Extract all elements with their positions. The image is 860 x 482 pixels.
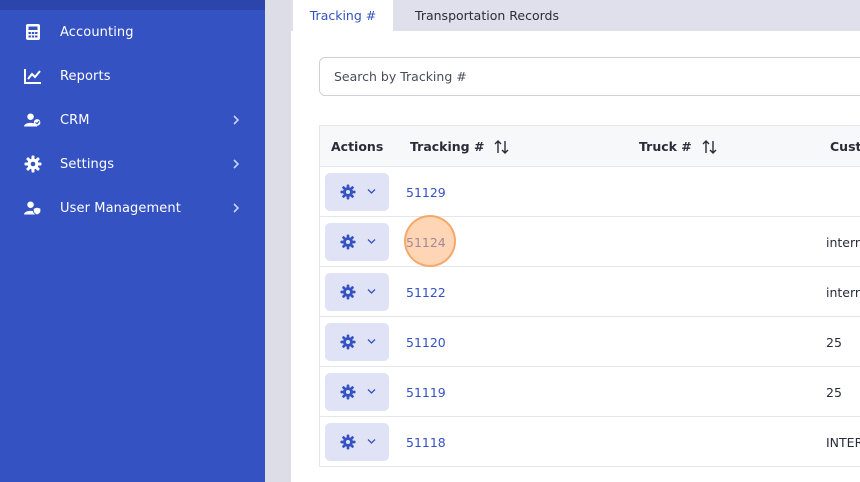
table-row: 51129 xyxy=(320,167,860,217)
table-body: 51129 51124 interr 51122 interr 51120 25 51119 2… xyxy=(320,167,860,467)
user-shield-icon xyxy=(24,199,42,217)
tracking-number-link[interactable]: 51119 xyxy=(406,367,446,417)
tracking-number-link[interactable]: 51129 xyxy=(406,167,446,217)
sidebar: Accounting Reports CRM Settings User Man… xyxy=(0,0,265,482)
sidebar-item-label: User Management xyxy=(60,200,181,216)
customer-cell: INTER xyxy=(826,434,860,450)
sidebar-active-item-edge xyxy=(0,0,265,10)
sidebar-item-crm[interactable]: CRM xyxy=(0,98,265,142)
gear-icon xyxy=(340,334,356,350)
main-content: Tracking # Transportation Records Action… xyxy=(291,0,860,482)
chevron-down-icon xyxy=(367,389,376,394)
column-header-tracking[interactable]: Tracking # xyxy=(410,126,510,167)
row-actions-button[interactable] xyxy=(325,273,389,311)
content-gutter xyxy=(265,0,291,482)
customer-cell: interr xyxy=(826,234,860,250)
calculator-icon xyxy=(24,23,42,41)
row-actions-button[interactable] xyxy=(325,423,389,461)
table-row: 51120 25 xyxy=(320,317,860,367)
chevron-down-icon xyxy=(367,239,376,244)
column-header-truck[interactable]: Truck # xyxy=(639,126,718,167)
tab-transportation-records[interactable]: Transportation Records xyxy=(393,0,581,31)
user-group-icon xyxy=(24,111,42,129)
sidebar-item-label: Reports xyxy=(60,68,111,84)
tracking-table: Actions Tracking # Truck # Custo 5112951… xyxy=(319,125,860,467)
gear-icon xyxy=(340,434,356,450)
sort-icon[interactable] xyxy=(494,139,510,154)
gear-icon xyxy=(340,384,356,400)
chevron-down-icon xyxy=(367,339,376,344)
row-actions-button[interactable] xyxy=(325,223,389,261)
gear-icon xyxy=(340,234,356,250)
tracking-number-link[interactable]: 51118 xyxy=(406,417,446,467)
sidebar-item-user-management[interactable]: User Management xyxy=(0,186,265,230)
table-row: 51118 INTER xyxy=(320,417,860,467)
row-actions-button[interactable] xyxy=(325,323,389,361)
sidebar-item-label: Settings xyxy=(60,156,115,172)
customer-cell: 25 xyxy=(826,384,842,400)
row-actions-button[interactable] xyxy=(325,173,389,211)
gear-icon xyxy=(340,184,356,200)
sidebar-item-label: CRM xyxy=(60,112,90,128)
customer-cell: 25 xyxy=(826,334,842,350)
tracking-number-link[interactable]: 51124 xyxy=(406,217,446,267)
sidebar-item-accounting[interactable]: Accounting xyxy=(0,10,265,54)
chevron-right-icon xyxy=(233,115,240,125)
column-header-actions: Actions xyxy=(331,139,384,154)
column-header-customer[interactable]: Custo xyxy=(830,126,860,167)
tracking-number-link[interactable]: 51120 xyxy=(406,317,446,367)
chevron-down-icon xyxy=(367,189,376,194)
tracking-number-link[interactable]: 51122 xyxy=(406,267,446,317)
customer-cell: interr xyxy=(826,284,860,300)
sort-icon[interactable] xyxy=(702,139,718,154)
sidebar-item-label: Accounting xyxy=(60,24,134,40)
table-row: 51124 interr xyxy=(320,217,860,267)
row-actions-button[interactable] xyxy=(325,373,389,411)
tab-bar: Tracking # Transportation Records xyxy=(291,0,860,31)
chevron-right-icon xyxy=(233,159,240,169)
chevron-down-icon xyxy=(367,439,376,444)
sidebar-item-reports[interactable]: Reports xyxy=(0,54,265,98)
tab-tracking[interactable]: Tracking # xyxy=(293,0,393,31)
gear-icon xyxy=(340,284,356,300)
gear-icon xyxy=(24,155,42,173)
chevron-right-icon xyxy=(233,203,240,213)
sidebar-item-settings[interactable]: Settings xyxy=(0,142,265,186)
line-chart-icon xyxy=(24,67,42,85)
table-row: 51122 interr xyxy=(320,267,860,317)
search-input[interactable] xyxy=(319,57,860,96)
chevron-down-icon xyxy=(367,289,376,294)
table-header: Actions Tracking # Truck # Custo xyxy=(320,126,860,167)
table-row: 51119 25 xyxy=(320,367,860,417)
